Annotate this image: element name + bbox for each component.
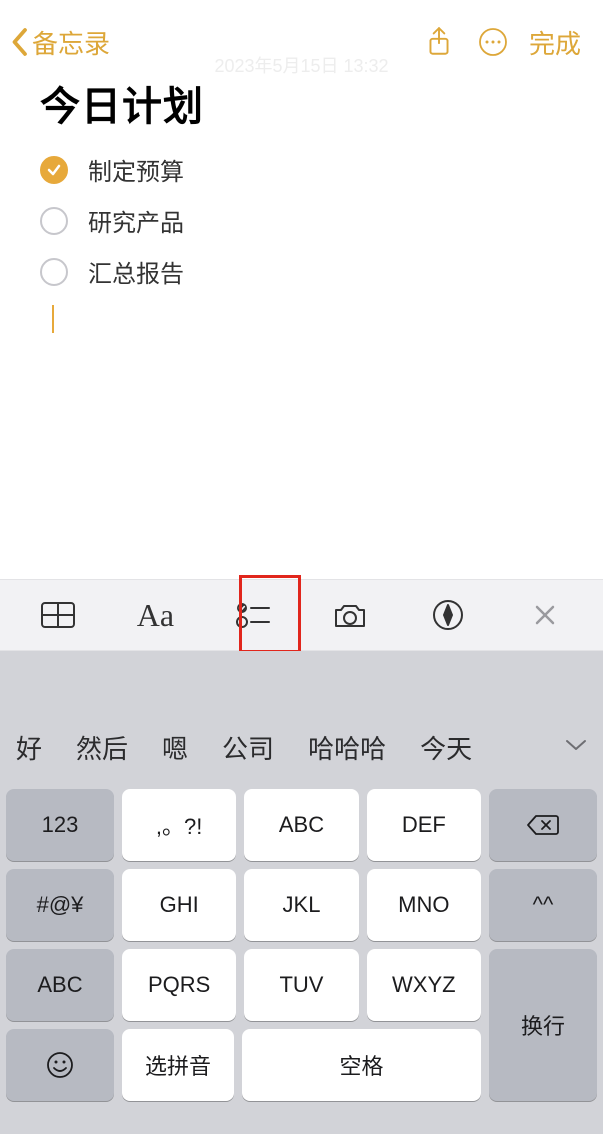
- key-punct[interactable]: ,。?!: [122, 789, 236, 861]
- checklist-item[interactable]: 汇总报告: [40, 254, 573, 289]
- keyboard-strip: [0, 651, 603, 712]
- key-symbols[interactable]: #@¥: [6, 869, 114, 941]
- checklist-item[interactable]: 研究产品: [40, 203, 573, 238]
- suggestion-item[interactable]: 哈哈哈: [308, 729, 386, 766]
- key-abc[interactable]: ABC: [244, 789, 358, 861]
- checkbox-unchecked-icon[interactable]: [40, 207, 68, 235]
- checkbox-checked-icon[interactable]: [40, 156, 68, 184]
- done-button[interactable]: 完成: [529, 24, 581, 61]
- share-icon: [426, 26, 452, 58]
- share-button[interactable]: [417, 20, 461, 64]
- checklist-item-text: 研究产品: [88, 203, 184, 238]
- checklist-item[interactable]: 制定预算: [40, 152, 573, 187]
- key-tuv[interactable]: TUV: [244, 949, 358, 1021]
- checklist-item-text: 汇总报告: [88, 254, 184, 289]
- pen-circle-icon: [432, 599, 464, 631]
- key-select-pinyin[interactable]: 选拼音: [122, 1029, 234, 1101]
- back-button[interactable]: 备忘录: [10, 24, 110, 61]
- table-icon: [40, 601, 76, 629]
- suggestion-item[interactable]: 好: [16, 729, 42, 766]
- more-button[interactable]: [471, 20, 515, 64]
- checklist-button[interactable]: [223, 585, 283, 645]
- key-face[interactable]: ^^: [489, 869, 597, 941]
- key-jkl[interactable]: JKL: [244, 869, 358, 941]
- checklist-icon: [235, 600, 271, 630]
- ellipsis-circle-icon: [478, 27, 508, 57]
- note-content[interactable]: 今日计划 制定预算研究产品汇总报告: [0, 52, 603, 333]
- suggestion-item[interactable]: 然后: [76, 729, 128, 766]
- expand-suggestions-button[interactable]: [565, 738, 587, 757]
- suggestion-bar: 好然后嗯公司哈哈哈今天: [0, 712, 603, 783]
- key-wxyz[interactable]: WXYZ: [367, 949, 481, 1021]
- checkbox-unchecked-icon[interactable]: [40, 258, 68, 286]
- key-ghi[interactable]: GHI: [122, 869, 236, 941]
- key-backspace[interactable]: [489, 789, 597, 861]
- key-emoji[interactable]: [6, 1029, 114, 1101]
- note-title[interactable]: 今日计划: [40, 74, 573, 132]
- close-icon: [533, 603, 557, 627]
- format-toolbar: Aa: [0, 579, 603, 651]
- chevron-down-icon: [565, 738, 587, 752]
- camera-icon: [332, 600, 368, 630]
- text-cursor: [52, 305, 54, 333]
- suggestion-item[interactable]: 公司: [222, 729, 274, 766]
- checklist-item-text: 制定预算: [88, 152, 184, 187]
- suggestion-item[interactable]: 今天: [420, 729, 472, 766]
- camera-button[interactable]: [320, 585, 380, 645]
- table-button[interactable]: [28, 585, 88, 645]
- backspace-icon: [526, 813, 560, 837]
- aa-icon: Aa: [137, 597, 174, 634]
- key-mno[interactable]: MNO: [367, 869, 481, 941]
- markup-button[interactable]: [418, 585, 478, 645]
- key-def[interactable]: DEF: [367, 789, 481, 861]
- close-toolbar-button[interactable]: [515, 585, 575, 645]
- key-space[interactable]: 空格: [242, 1029, 481, 1101]
- key-123[interactable]: 123: [6, 789, 114, 861]
- back-label: 备忘录: [32, 24, 110, 61]
- emoji-icon: [45, 1050, 75, 1080]
- key-abc-mode[interactable]: ABC: [6, 949, 114, 1021]
- text-format-button[interactable]: Aa: [125, 585, 185, 645]
- suggestion-item[interactable]: 嗯: [162, 729, 188, 766]
- keyboard: 123 ,。?! ABC DEF #@¥ GHI JKL MNO ^^ ABC …: [0, 783, 603, 1134]
- key-pqrs[interactable]: PQRS: [122, 949, 236, 1021]
- chevron-left-icon: [10, 27, 28, 57]
